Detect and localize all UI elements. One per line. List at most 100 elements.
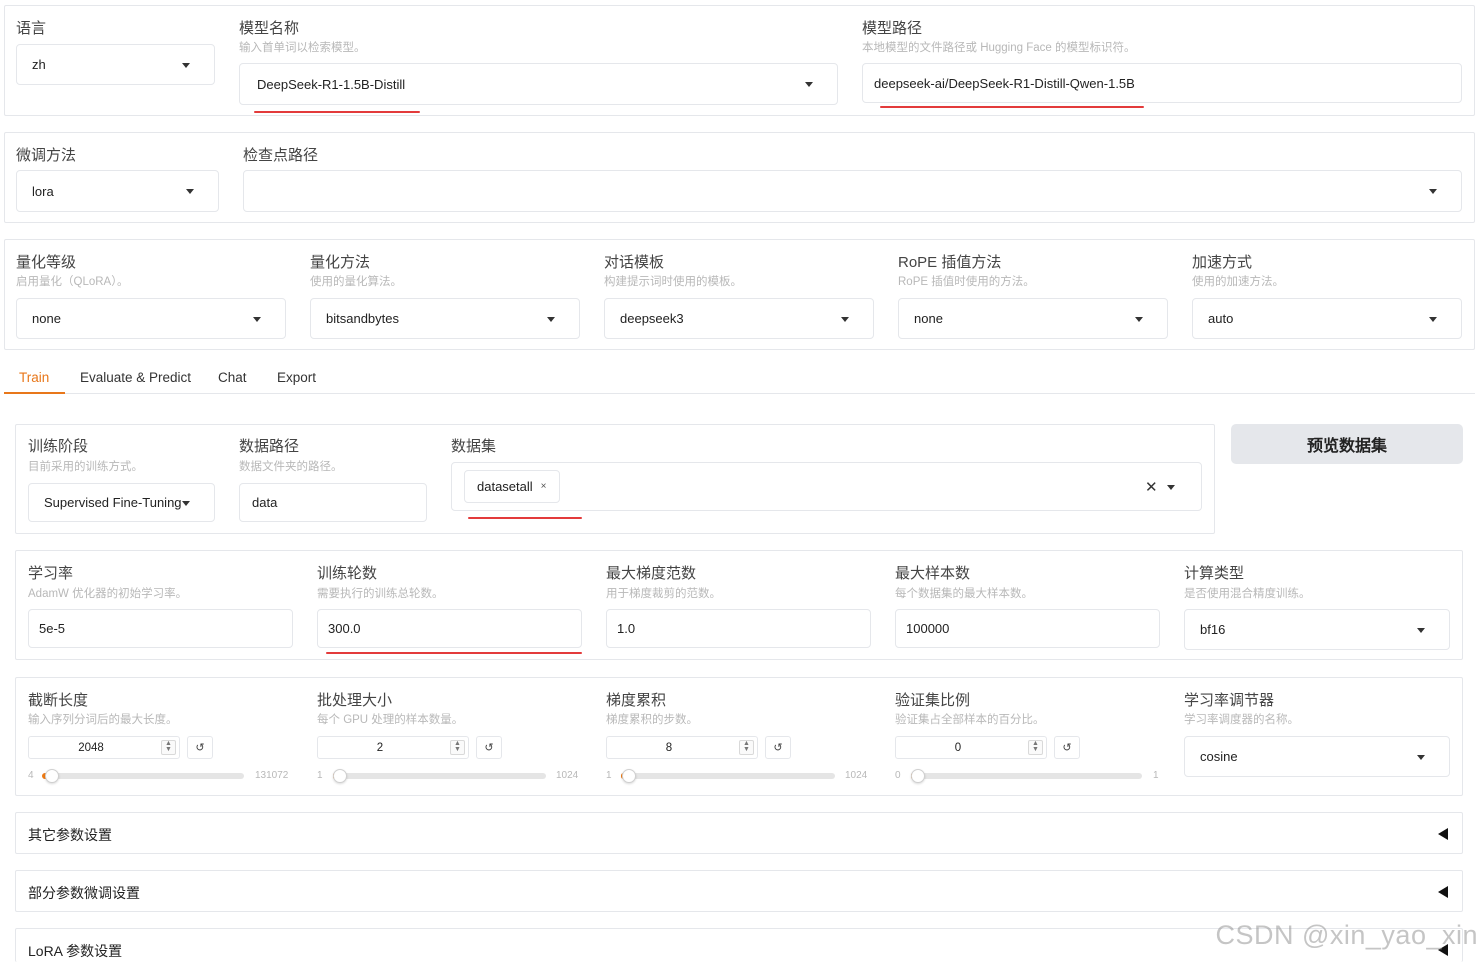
- slider-thumb[interactable]: [45, 769, 59, 783]
- quant-method-label: 量化方法: [310, 254, 371, 271]
- grad-accum-number-input[interactable]: 8 ▲ ▼: [606, 736, 758, 759]
- quant-bit-dropdown[interactable]: none: [16, 298, 286, 339]
- checkpoint-label: 检查点路径: [243, 147, 319, 164]
- accordion-freeze-settings[interactable]: 部分参数微调设置: [15, 870, 1463, 912]
- rope-value: none: [914, 311, 943, 326]
- training-stage-dropdown[interactable]: Supervised Fine-Tuning: [28, 483, 215, 522]
- cutoff-len-max: 131072: [255, 770, 289, 781]
- chevron-down-icon: [182, 62, 190, 68]
- grad-accum-slider[interactable]: [621, 769, 835, 783]
- rope-label: RoPE 插值方法: [898, 254, 1002, 271]
- val-size-label: 验证集比例: [895, 692, 971, 709]
- max-grad-norm-info: 用于梯度裁剪的范数。: [606, 588, 721, 600]
- reset-icon[interactable]: ↺: [187, 736, 213, 759]
- grad-accum-value: 8: [665, 741, 673, 754]
- quant-bit-value: none: [32, 311, 61, 326]
- chevron-down-icon: [547, 316, 555, 322]
- dataset-chip[interactable]: datasetall ×: [464, 470, 560, 503]
- val-size-slider[interactable]: [911, 769, 1142, 783]
- finetuning-dropdown[interactable]: lora: [16, 170, 219, 212]
- model-path-info: 本地模型的文件路径或 Hugging Face 的模型标识符。: [862, 42, 1136, 54]
- quant-method-dropdown[interactable]: bitsandbytes: [310, 298, 580, 339]
- tab-train[interactable]: Train: [19, 370, 49, 385]
- batch-size-min: 1: [317, 770, 323, 781]
- max-grad-norm-label: 最大梯度范数: [606, 565, 697, 582]
- chevron-down-icon: [805, 82, 813, 87]
- accordion-title: LoRA 参数设置: [28, 943, 123, 959]
- booster-value: auto: [1208, 311, 1234, 326]
- template-dropdown[interactable]: deepseek3: [604, 298, 874, 339]
- language-dropdown[interactable]: zh: [16, 44, 215, 85]
- lr-scheduler-value: cosine: [1200, 749, 1238, 764]
- stepper-icon[interactable]: ▲ ▼: [161, 740, 176, 755]
- stepper-icon[interactable]: ▲ ▼: [739, 740, 754, 755]
- accordion-extra-settings[interactable]: 其它参数设置: [15, 812, 1463, 854]
- compute-type-dropdown[interactable]: bf16: [1184, 609, 1450, 650]
- chevron-down-icon: [1429, 316, 1437, 322]
- val-size-number-input[interactable]: 0 ▲ ▼: [895, 736, 1047, 759]
- rope-info: RoPE 插值时使用的方法。: [898, 276, 1035, 288]
- val-size-min: 0: [895, 770, 901, 781]
- tab-active-indicator: [4, 392, 65, 394]
- model-name-info: 输入首单词以检索模型。: [239, 42, 366, 54]
- grad-accum-info: 梯度累积的步数。: [606, 714, 698, 726]
- accordion-title: 其它参数设置: [28, 827, 112, 843]
- lr-scheduler-dropdown[interactable]: cosine: [1184, 736, 1450, 777]
- reset-icon[interactable]: ↺: [765, 736, 791, 759]
- clear-icon[interactable]: ✕: [1145, 478, 1158, 496]
- reset-icon[interactable]: ↺: [476, 736, 502, 759]
- annotation-underline: [326, 652, 582, 654]
- chevron-down-icon: [1417, 754, 1425, 760]
- batch-size-value: 2: [376, 741, 384, 754]
- tab-chat[interactable]: Chat: [218, 370, 247, 385]
- max-grad-norm-input[interactable]: 1.0: [606, 609, 871, 648]
- lr-scheduler-label: 学习率调节器: [1184, 692, 1275, 709]
- tab-evaluate-predict[interactable]: Evaluate & Predict: [80, 370, 191, 385]
- cutoff-len-slider[interactable]: [42, 769, 244, 783]
- chevron-down-icon: [182, 500, 190, 506]
- booster-dropdown[interactable]: auto: [1192, 298, 1462, 339]
- dataset-multiselect[interactable]: [451, 462, 1202, 511]
- caret-left-icon: [1438, 886, 1448, 898]
- grad-accum-min: 1: [606, 770, 612, 781]
- model-name-dropdown[interactable]: DeepSeek-R1-1.5B-Distill: [239, 63, 838, 105]
- max-grad-norm-value: 1.0: [617, 621, 636, 636]
- annotation-underline: [254, 111, 420, 113]
- learning-rate-input[interactable]: 5e-5: [28, 609, 293, 648]
- chevron-down-icon: [1167, 484, 1175, 490]
- chevron-down-icon: [1429, 189, 1437, 194]
- max-samples-info: 每个数据集的最大样本数。: [895, 588, 1033, 600]
- quant-bit-label: 量化等级: [16, 254, 77, 271]
- chevron-down-icon: [186, 189, 194, 194]
- booster-label: 加速方式: [1192, 254, 1253, 271]
- epochs-info: 需要执行的训练总轮数。: [317, 588, 444, 600]
- template-value: deepseek3: [620, 311, 684, 326]
- cutoff-len-number-input[interactable]: 2048 ▲ ▼: [28, 736, 180, 759]
- model-name-label: 模型名称: [239, 20, 300, 37]
- tab-export[interactable]: Export: [277, 370, 316, 385]
- preview-dataset-button[interactable]: 预览数据集: [1231, 424, 1463, 464]
- annotation-underline: [880, 106, 1144, 108]
- dataset-chip-label: datasetall: [477, 479, 533, 494]
- grad-accum-label: 梯度累积: [606, 692, 667, 709]
- batch-size-slider[interactable]: [333, 769, 546, 783]
- chip-remove-icon[interactable]: ×: [541, 481, 547, 492]
- chevron-down-icon: [841, 316, 849, 322]
- epochs-input[interactable]: 300.0: [317, 609, 582, 648]
- val-size-value: 0: [954, 741, 962, 754]
- learning-rate-label: 学习率: [28, 565, 74, 582]
- rope-dropdown[interactable]: none: [898, 298, 1168, 339]
- stepper-icon[interactable]: ▲ ▼: [450, 740, 465, 755]
- val-size-info: 验证集占全部样本的百分比。: [895, 714, 1045, 726]
- chevron-down-icon: [1135, 316, 1143, 322]
- model-path-input[interactable]: deepseek-ai/DeepSeek-R1-Distill-Qwen-1.5…: [862, 63, 1462, 103]
- model-path-label: 模型路径: [862, 20, 923, 37]
- reset-icon[interactable]: ↺: [1054, 736, 1080, 759]
- checkpoint-dropdown[interactable]: [243, 170, 1462, 212]
- slider-thumb[interactable]: [911, 769, 925, 783]
- max-samples-input[interactable]: 100000: [895, 609, 1160, 648]
- stepper-icon[interactable]: ▲ ▼: [1028, 740, 1043, 755]
- dataset-dir-input[interactable]: data: [239, 483, 427, 522]
- quant-method-info: 使用的量化算法。: [310, 276, 402, 288]
- batch-size-number-input[interactable]: 2 ▲ ▼: [317, 736, 469, 759]
